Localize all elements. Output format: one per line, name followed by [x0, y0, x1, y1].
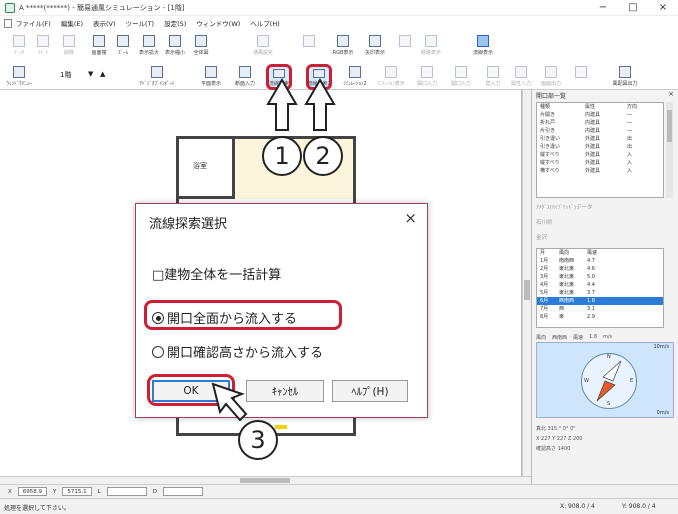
callout-arrows	[211, 78, 336, 422]
callout-2: 2	[303, 136, 343, 176]
callout-3: 3	[238, 420, 278, 460]
callout-1: 1	[262, 136, 302, 176]
